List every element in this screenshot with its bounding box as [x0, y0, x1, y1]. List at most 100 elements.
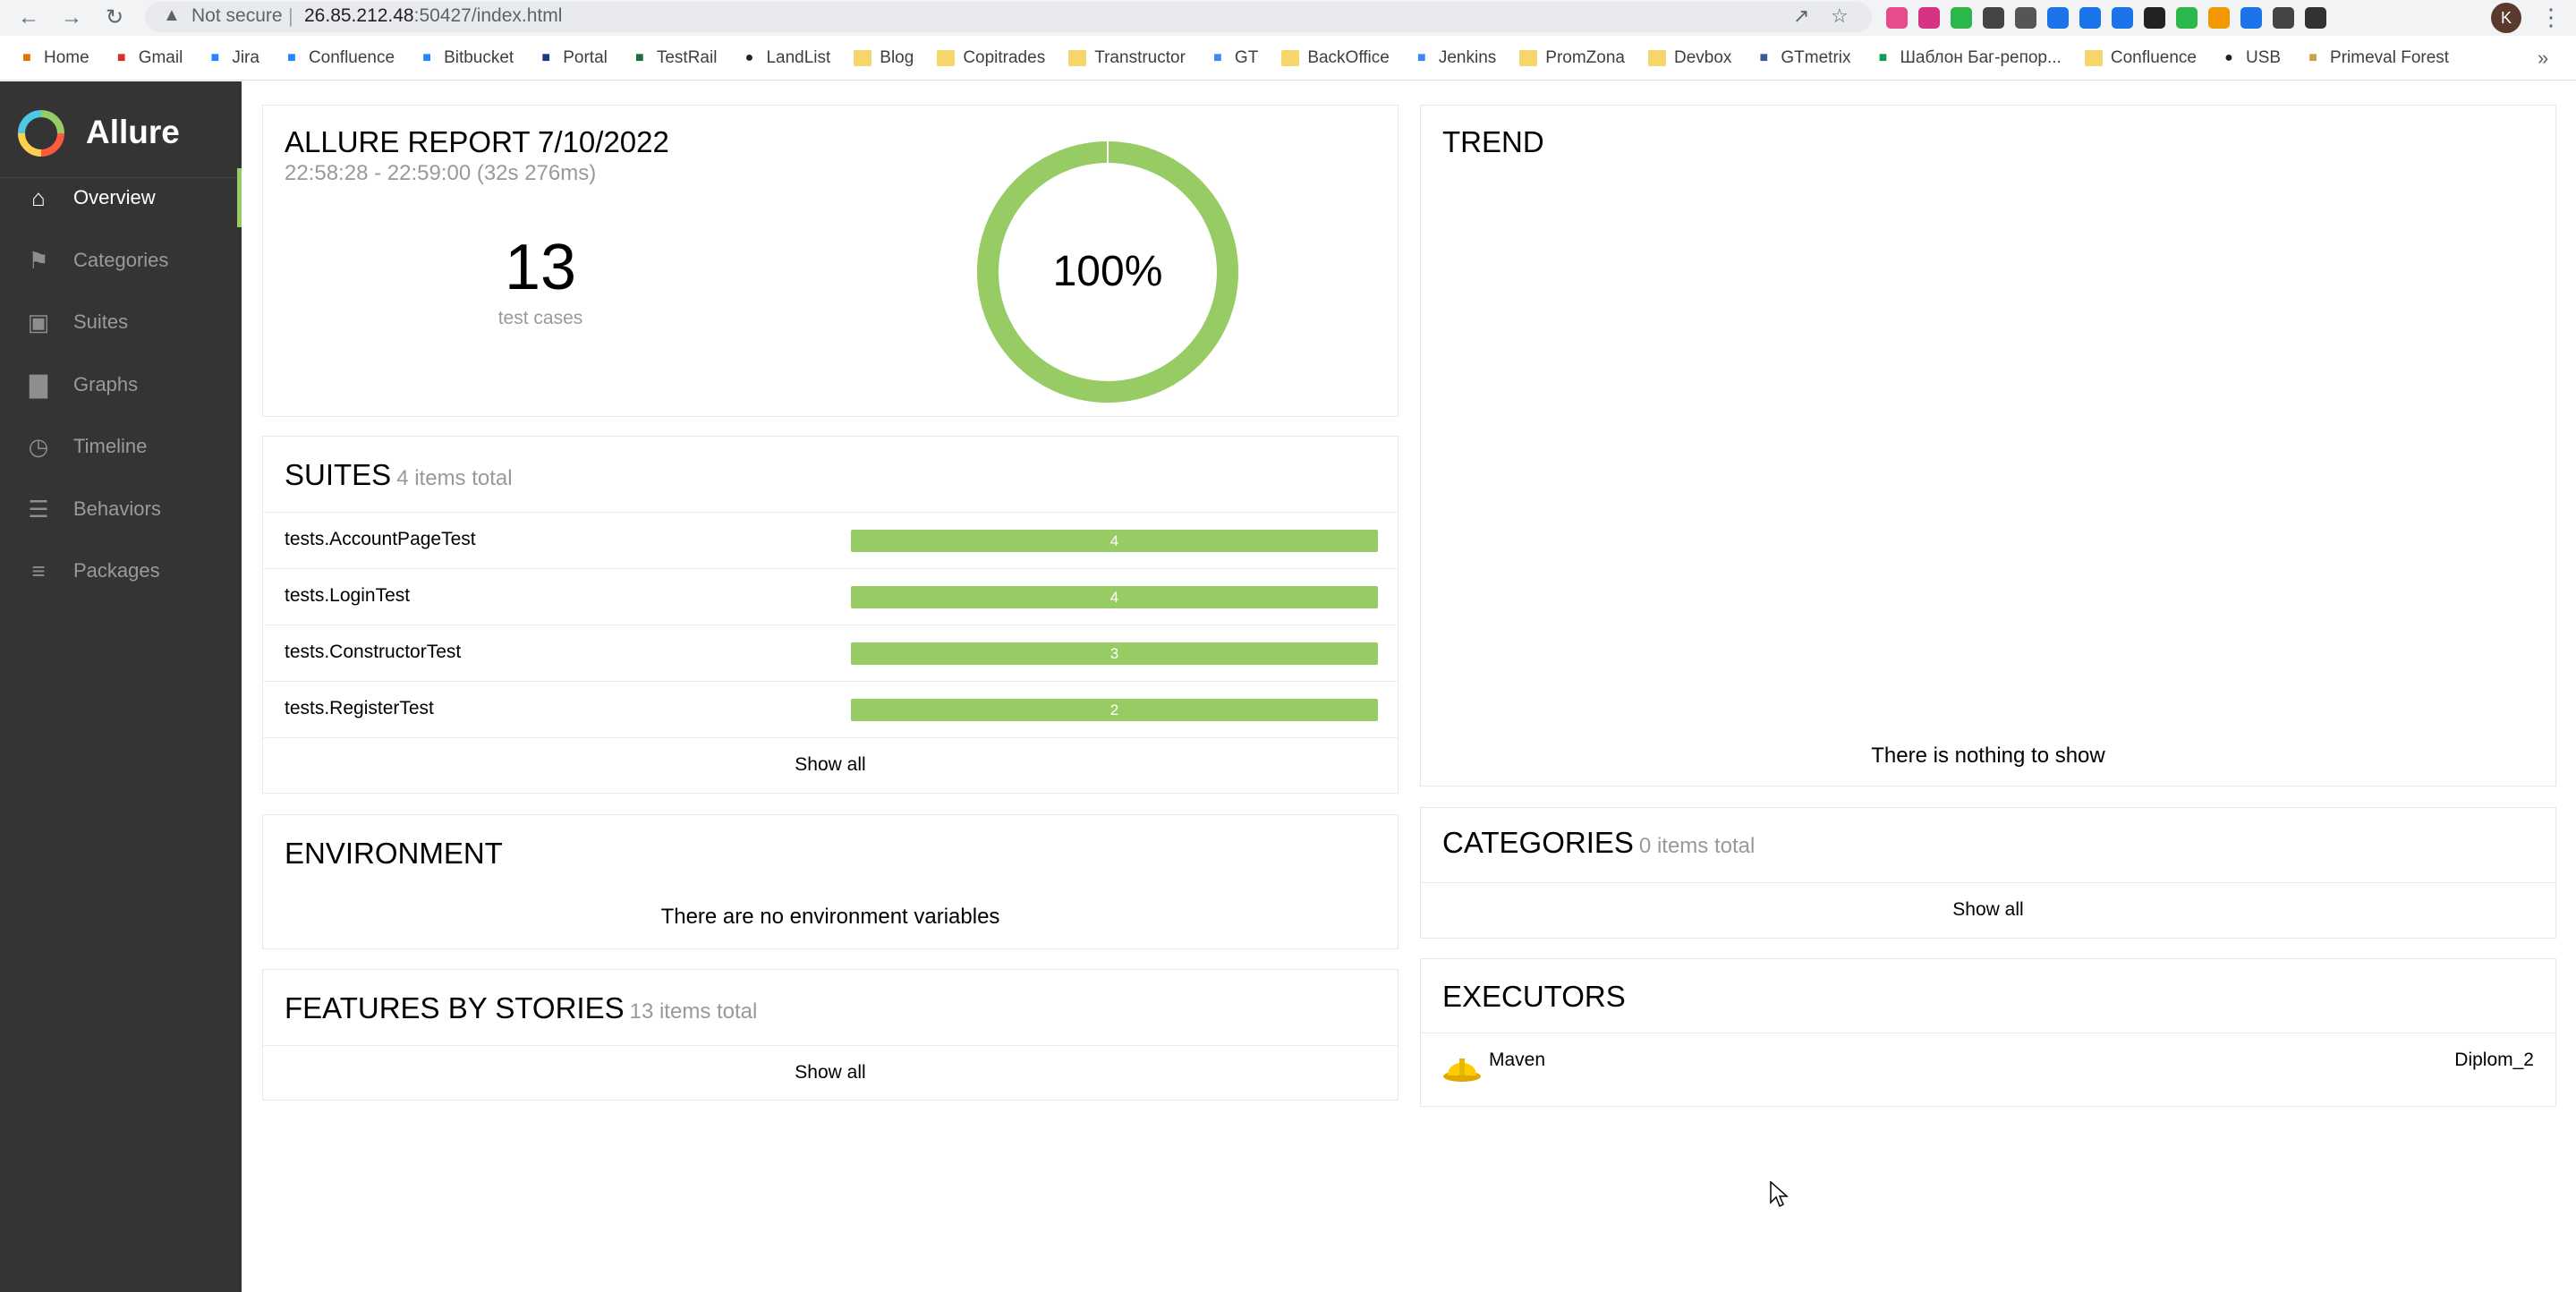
trend-empty: There is nothing to show — [1871, 744, 2105, 768]
sidebar-item-label: Behaviors — [73, 497, 161, 520]
bookmarks-list: ■ Home ■ Gmail ■ Jira ■ Confluence ■ Bitbucket ■ Po… — [18, 36, 2449, 81]
bookmark-label: Primeval Forest — [2330, 48, 2450, 67]
pink-square-icon[interactable] — [1886, 7, 1908, 29]
brand[interactable]: Allure — [0, 81, 242, 178]
bookmark-item[interactable]: PromZona — [1519, 48, 1625, 68]
summary-widget: ALLURE REPORT 7/10/2022 22:58:28 - 22:59… — [262, 105, 1399, 417]
bookmark-item[interactable]: ■ Шаблон Баг-репор... — [1875, 48, 2062, 68]
folder-icon — [1068, 50, 1087, 66]
file-icon[interactable] — [2240, 7, 2262, 29]
bookmark-label: USB — [2245, 48, 2282, 67]
environment-empty: There are no environment variables — [660, 905, 1000, 929]
puzzle-icon[interactable] — [2273, 7, 2294, 29]
bookmark-item[interactable]: Copitrades — [937, 48, 1045, 68]
executor-build[interactable]: Diplom_2 — [2454, 1050, 2534, 1071]
suite-row[interactable]: tests.ConstructorTest 3 — [263, 625, 1398, 681]
bookmarks-more-icon[interactable]: » — [2538, 47, 2548, 70]
sidebar-item-timeline[interactable]: ◷ Timeline — [0, 417, 242, 476]
bookmark-item[interactable]: ■ Primeval Forest — [2304, 48, 2449, 68]
portal-icon: ■ — [541, 50, 551, 65]
forward-arrow-icon[interactable]: → — [57, 4, 86, 32]
bar-chart-icon: ▇ — [30, 370, 47, 398]
suite-bar[interactable]: 4 — [851, 530, 1378, 552]
folder-icon — [2084, 50, 2103, 66]
sidebar-item-label: Overview — [73, 186, 156, 208]
categories-widget: CATEGORIES 0 items total Show all — [1420, 807, 2556, 939]
bookmark-item[interactable]: ■ Gmail — [113, 48, 183, 68]
suites-show-all[interactable]: Show all — [263, 754, 1398, 776]
bookmark-item[interactable]: Devbox — [1647, 48, 1731, 68]
menu-dots-icon[interactable]: ⋮ — [2539, 4, 2563, 31]
categories-title: CATEGORIES 0 items total — [1442, 826, 1755, 860]
sidebar-icon[interactable] — [2305, 7, 2326, 29]
back-arrow-icon[interactable]: ← — [14, 4, 43, 32]
categories-divider — [1421, 882, 2555, 883]
qr-icon[interactable] — [2015, 7, 2036, 29]
url-rest: :50427/index.html — [413, 5, 563, 26]
green-p-icon[interactable] — [1951, 7, 1972, 29]
sidebar-item-graphs[interactable]: ▇ Graphs — [0, 355, 242, 414]
bookmark-label: Jenkins — [1438, 48, 1497, 67]
home-icon: ■ — [22, 50, 31, 65]
sidebar-item-behaviors[interactable]: ☰ Behaviors — [0, 480, 242, 539]
suite-bar[interactable]: 2 — [851, 699, 1378, 721]
bookmark-item[interactable]: ● USB — [2220, 48, 2281, 68]
features-count: 13 items total — [629, 999, 758, 1024]
features-show-all[interactable]: Show all — [263, 1062, 1398, 1084]
bookmark-item[interactable]: ■ TestRail — [631, 48, 717, 68]
reload-icon[interactable]: ↻ — [100, 4, 129, 32]
categories-show-all[interactable]: Show all — [1421, 899, 2555, 921]
sidebar-item-label: Graphs — [73, 372, 139, 395]
bookmark-label: PromZona — [1545, 48, 1625, 67]
sidebar-item-suites[interactable]: ▣ Suites — [0, 293, 242, 352]
bookmark-item[interactable]: ● LandList — [740, 48, 831, 68]
suite-bar[interactable]: 4 — [851, 586, 1378, 608]
sidebar-item-overview[interactable]: ⌂ Overview — [0, 168, 242, 227]
address-bar[interactable]: ▲ Not secure | 26.85.212.48:50427/index.… — [145, 2, 1872, 32]
eyedropper-icon[interactable] — [1983, 7, 2004, 29]
gtmetrix-icon: ■ — [1759, 50, 1769, 65]
sidebar-item-categories[interactable]: ⚑ Categories — [0, 231, 242, 290]
bookmark-item[interactable]: ■ GT — [1209, 48, 1258, 68]
bookmark-item[interactable]: Transtructor — [1068, 48, 1186, 68]
bookmark-item[interactable]: ■ Home — [18, 48, 89, 68]
bookmark-item[interactable]: ■ Jira — [206, 48, 259, 68]
bookmark-item[interactable]: ■ Bitbucket — [418, 48, 514, 68]
bookmark-item[interactable]: Confluence — [2084, 48, 2197, 68]
testrail-icon: ■ — [635, 50, 644, 65]
bookmark-item[interactable]: ■ Jenkins — [1413, 48, 1496, 68]
share-icon[interactable]: ↗ — [1793, 4, 1809, 28]
suite-row[interactable]: tests.RegisterTest 2 — [263, 681, 1398, 737]
bitbucket-icon: ■ — [422, 50, 431, 65]
bookmark-label: LandList — [766, 48, 831, 67]
star-icon[interactable]: ☆ — [1831, 4, 1849, 28]
categories-heading: CATEGORIES — [1442, 826, 1634, 859]
features-title: FEATURES BY STORIES 13 items total — [285, 991, 757, 1025]
executors-widget: EXECUTORS Maven Diplom_2 — [1420, 958, 2556, 1107]
executor-name: Maven — [1489, 1050, 1546, 1070]
bookmark-label: Confluence — [308, 48, 395, 67]
sidebar-item-packages[interactable]: ≡ Packages — [0, 541, 242, 600]
features-divider — [263, 1045, 1398, 1046]
executor-row[interactable]: Maven Diplom_2 — [1421, 1033, 2555, 1101]
bookmark-item[interactable]: BackOffice — [1281, 48, 1390, 68]
suite-bar[interactable]: 3 — [851, 642, 1378, 665]
green-frame-icon[interactable] — [2176, 7, 2198, 29]
orange-chart-icon[interactable] — [2208, 7, 2230, 29]
profile-avatar[interactable]: K — [2491, 3, 2521, 33]
bookmark-item[interactable]: ■ Confluence — [283, 48, 395, 68]
x-icon[interactable] — [2144, 7, 2165, 29]
bookmark-item[interactable]: ■ Portal — [537, 48, 607, 68]
suite-row[interactable]: tests.LoginTest 4 — [263, 568, 1398, 625]
pink-pattern-icon[interactable] — [1918, 7, 1940, 29]
suite-name: tests.ConstructorTest — [285, 642, 462, 662]
report-title: ALLURE REPORT 7/10/2022 — [285, 125, 669, 158]
bookmark-item[interactable]: Blog — [854, 48, 914, 68]
bookmark-item[interactable]: ■ GTmetrix — [1755, 48, 1851, 68]
suite-row[interactable]: tests.AccountPageTest 4 — [263, 512, 1398, 568]
globe-icon: ● — [744, 50, 754, 65]
home-icon: ⌂ — [31, 184, 46, 211]
blue-badge-icon[interactable] — [2079, 7, 2101, 29]
tag-icon[interactable] — [2112, 7, 2133, 29]
blue-eye-icon[interactable] — [2047, 7, 2069, 29]
